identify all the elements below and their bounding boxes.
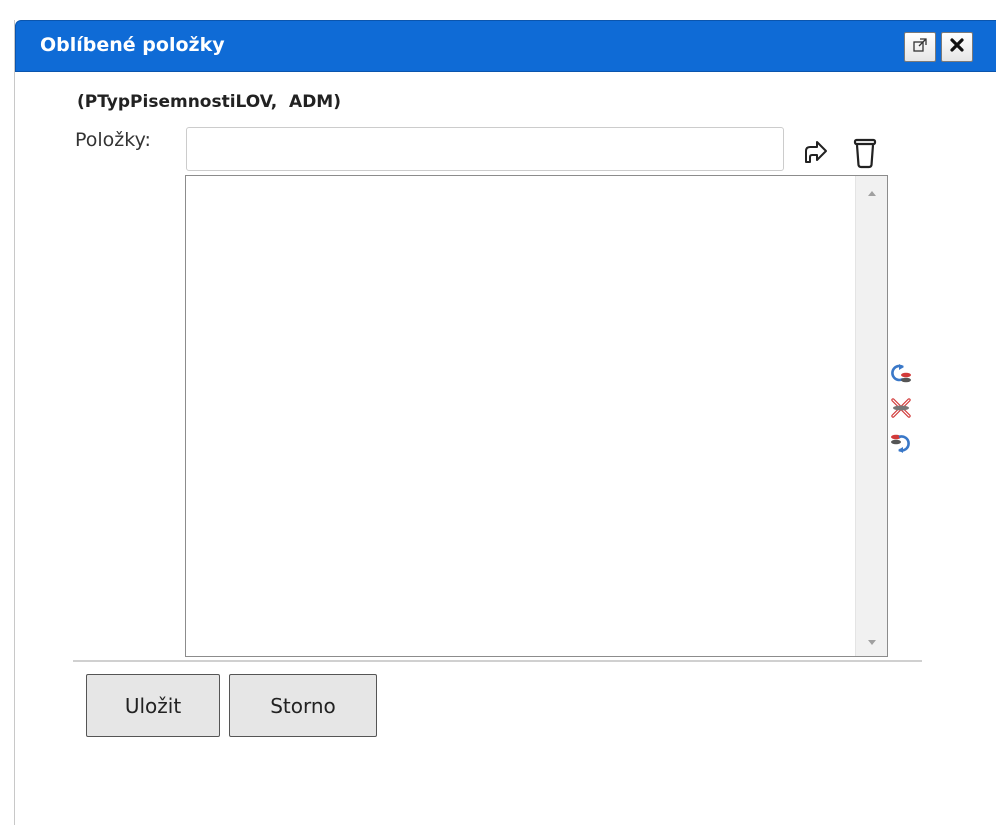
add-item-button[interactable]: [798, 138, 832, 172]
list-scrollbar[interactable]: [855, 176, 887, 656]
move-up-button[interactable]: [887, 361, 915, 389]
triangle-down-icon: [867, 632, 877, 651]
close-icon: [949, 37, 965, 57]
items-input[interactable]: [186, 127, 784, 171]
popout-button[interactable]: [904, 32, 936, 62]
items-listbox[interactable]: [185, 175, 888, 657]
close-button[interactable]: [941, 32, 973, 62]
scroll-down-button[interactable]: [856, 626, 887, 656]
move-down-button[interactable]: [887, 431, 915, 459]
remove-item-icon: [889, 396, 913, 424]
footer-separator: [73, 660, 922, 662]
items-label: Položky:: [75, 129, 151, 151]
add-arrow-icon: [800, 138, 830, 172]
save-button[interactable]: Uložit: [86, 674, 220, 737]
dialog-titlebar[interactable]: Oblíbené položky: [15, 20, 996, 72]
triangle-up-icon: [867, 182, 877, 201]
favorites-dialog: Oblíbené položky (PTypPisemnostiLOV, ADM…: [14, 20, 996, 825]
move-up-icon: [889, 361, 913, 389]
scroll-up-button[interactable]: [856, 176, 887, 206]
move-down-icon: [889, 431, 913, 459]
context-subtitle: (PTypPisemnostiLOV, ADM): [77, 92, 341, 112]
remove-button[interactable]: [887, 396, 915, 424]
trash-icon: [851, 137, 879, 173]
dialog-title: Oblíbené položky: [40, 34, 225, 56]
cancel-button[interactable]: Storno: [229, 674, 377, 737]
popout-icon: [912, 37, 928, 57]
delete-item-button[interactable]: [848, 138, 882, 172]
